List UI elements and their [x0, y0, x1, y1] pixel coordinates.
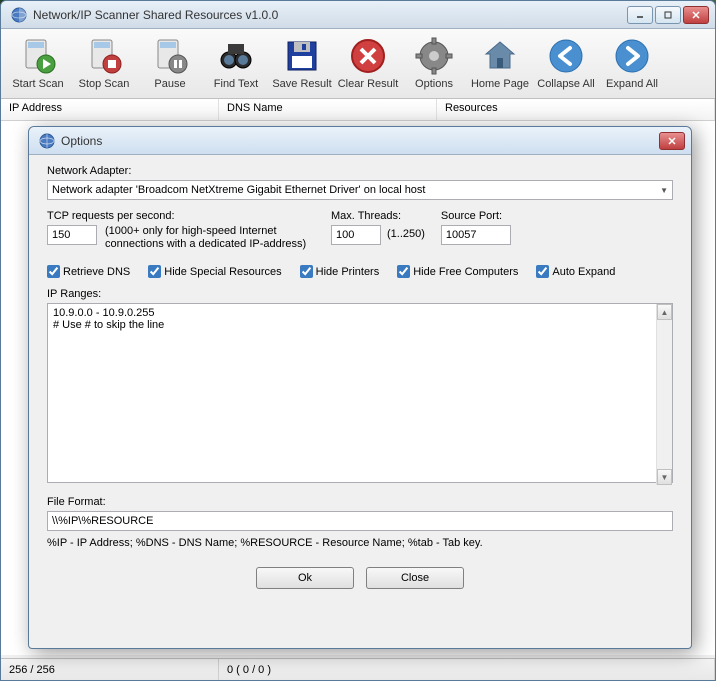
arrow-right-icon — [612, 36, 652, 76]
tool-label: Options — [415, 78, 453, 90]
tcp-hint: (1000+ only for high-speed Internet conn… — [105, 225, 315, 251]
clear-result-button[interactable]: Clear Result — [335, 31, 401, 95]
file-format-input[interactable] — [47, 511, 673, 531]
home-icon — [480, 36, 520, 76]
dialog-title: Options — [61, 134, 659, 148]
gear-icon — [414, 36, 454, 76]
floppy-icon — [282, 36, 322, 76]
home-page-button[interactable]: Home Page — [467, 31, 533, 95]
collapse-all-button[interactable]: Collapse All — [533, 31, 599, 95]
globe-icon — [39, 133, 55, 149]
hide-special-check[interactable]: Hide Special Resources — [148, 265, 281, 278]
close-dialog-button[interactable]: Close — [366, 567, 464, 589]
column-resources[interactable]: Resources — [437, 99, 715, 120]
error-x-icon — [348, 36, 388, 76]
status-progress: 0 ( 0 / 0 ) — [219, 659, 715, 680]
hide-printers-check[interactable]: Hide Printers — [300, 265, 380, 278]
adapter-label: Network Adapter: — [47, 165, 673, 177]
scroll-down-icon[interactable]: ▼ — [657, 469, 672, 485]
options-dialog: Options Network Adapter: Network adapter… — [28, 126, 692, 649]
dialog-close-button[interactable] — [659, 132, 685, 150]
column-headers: IP Address DNS Name Resources — [1, 99, 715, 121]
toolbar: Start Scan Stop Scan Pause Find Text Sav… — [1, 29, 715, 99]
column-dns-name[interactable]: DNS Name — [219, 99, 437, 120]
ip-ranges-label: IP Ranges: — [47, 288, 673, 300]
app-icon — [11, 7, 27, 23]
status-count: 256 / 256 — [1, 659, 219, 680]
source-port-input[interactable] — [441, 225, 511, 245]
scrollbar[interactable]: ▲ ▼ — [656, 304, 672, 485]
binoculars-icon — [216, 36, 256, 76]
max-threads-label: Max. Threads: — [331, 210, 425, 222]
scroll-up-icon[interactable]: ▲ — [657, 304, 672, 320]
hide-free-check[interactable]: Hide Free Computers — [397, 265, 518, 278]
scanner-play-icon — [18, 36, 58, 76]
ok-button[interactable]: Ok — [256, 567, 354, 589]
auto-expand-check[interactable]: Auto Expand — [536, 265, 615, 278]
ip-ranges-input[interactable] — [47, 303, 673, 483]
retrieve-dns-check[interactable]: Retrieve DNS — [47, 265, 130, 278]
save-result-button[interactable]: Save Result — [269, 31, 335, 95]
file-format-label: File Format: — [47, 496, 673, 508]
tool-label: Clear Result — [338, 78, 399, 90]
tcp-label: TCP requests per second: — [47, 210, 315, 222]
main-titlebar: Network/IP Scanner Shared Resources v1.0… — [1, 1, 715, 29]
max-threads-input[interactable] — [331, 225, 381, 245]
tool-label: Expand All — [606, 78, 658, 90]
pause-button[interactable]: Pause — [137, 31, 203, 95]
status-bar: 256 / 256 0 ( 0 / 0 ) — [1, 658, 715, 680]
column-ip-address[interactable]: IP Address — [1, 99, 219, 120]
tool-label: Stop Scan — [79, 78, 130, 90]
arrow-left-icon — [546, 36, 586, 76]
close-button[interactable] — [683, 6, 709, 24]
minimize-button[interactable] — [627, 6, 653, 24]
adapter-combo[interactable]: Network adapter 'Broadcom NetXtreme Giga… — [47, 180, 673, 200]
maximize-button[interactable] — [655, 6, 681, 24]
scanner-stop-icon — [84, 36, 124, 76]
chevron-down-icon: ▼ — [660, 186, 668, 195]
tool-label: Home Page — [471, 78, 529, 90]
tool-label: Pause — [154, 78, 185, 90]
tool-label: Collapse All — [537, 78, 594, 90]
stop-scan-button[interactable]: Stop Scan — [71, 31, 137, 95]
tool-label: Save Result — [272, 78, 331, 90]
format-legend: %IP - IP Address; %DNS - DNS Name; %RESO… — [47, 537, 673, 549]
options-button[interactable]: Options — [401, 31, 467, 95]
find-text-button[interactable]: Find Text — [203, 31, 269, 95]
source-port-label: Source Port: — [441, 210, 511, 222]
dialog-titlebar: Options — [29, 127, 691, 155]
tcp-input[interactable] — [47, 225, 97, 245]
adapter-value: Network adapter 'Broadcom NetXtreme Giga… — [52, 184, 425, 196]
tool-label: Find Text — [214, 78, 258, 90]
max-threads-hint: (1..250) — [387, 228, 425, 241]
start-scan-button[interactable]: Start Scan — [5, 31, 71, 95]
expand-all-button[interactable]: Expand All — [599, 31, 665, 95]
window-title: Network/IP Scanner Shared Resources v1.0… — [33, 8, 627, 22]
tool-label: Start Scan — [12, 78, 63, 90]
scanner-pause-icon — [150, 36, 190, 76]
